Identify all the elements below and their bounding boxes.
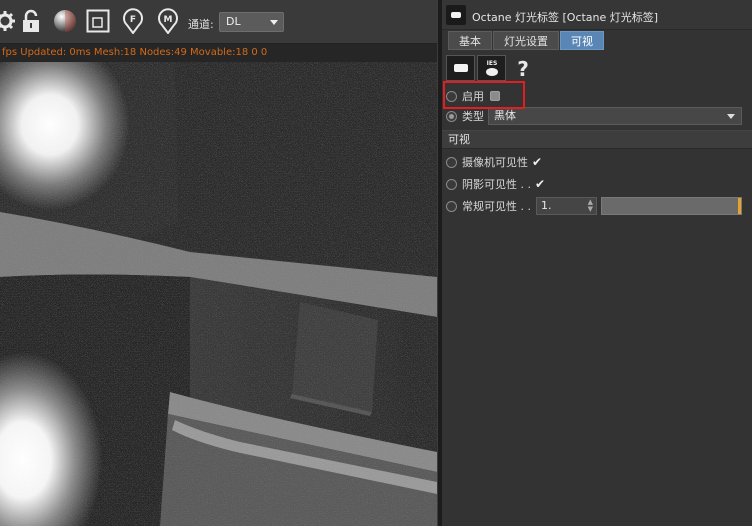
shadow-visibility-checkbox[interactable]: ✔ <box>535 177 545 191</box>
camera-visibility-label: 摄像机可见性 <box>462 156 528 169</box>
general-visibility-label: 常规可见性 . . <box>462 200 531 213</box>
render-viewport[interactable]: F M 通道: DL fps Updated: 0ms Mesh:18 Node… <box>0 0 437 526</box>
panel-icon-row: IES ? <box>446 55 539 82</box>
sphere-icon[interactable] <box>52 8 78 34</box>
section-title-visibility[interactable]: 可视 <box>442 130 752 149</box>
type-dropdown[interactable]: 黑体 <box>488 107 742 125</box>
attribute-panel: Octane 灯光标签 [Octane 灯光标签] 基本 灯光设置 可视 IES… <box>442 0 752 526</box>
spinner-icon[interactable]: ▲ ▼ <box>588 199 593 213</box>
panel-title: Octane 灯光标签 [Octane 灯光标签] <box>472 11 659 24</box>
tab-bar: 基本 灯光设置 可视 <box>448 31 605 50</box>
enable-label: 启用 <box>462 90 484 103</box>
animate-radio[interactable] <box>446 90 457 102</box>
channel-dropdown[interactable]: DL <box>219 12 284 32</box>
render-preview-image <box>0 62 437 526</box>
type-value: 黑体 <box>494 109 516 122</box>
general-visibility-row: 常规可见性 . . <box>446 196 531 216</box>
animate-radio[interactable] <box>446 156 457 168</box>
enable-row: 启用 <box>446 86 500 106</box>
camera-visibility-checkbox[interactable]: ✔ <box>532 155 542 169</box>
slider-handle[interactable] <box>738 198 741 214</box>
enable-checkbox[interactable] <box>490 91 500 101</box>
render-status-text: fps Updated: 0ms Mesh:18 Nodes:49 Movabl… <box>2 47 268 58</box>
pin-f-icon[interactable]: F <box>120 8 146 34</box>
general-visibility-value: 1. <box>541 199 552 212</box>
animate-radio[interactable] <box>446 178 457 190</box>
ies-label: IES <box>486 60 497 67</box>
frame-icon[interactable] <box>85 8 111 34</box>
tab-basic[interactable]: 基本 <box>448 31 492 50</box>
type-row: 类型 <box>446 106 484 126</box>
viewport-toolbar: F M 通道: DL <box>0 0 437 44</box>
chevron-down-icon <box>270 20 278 25</box>
tab-visibility[interactable]: 可视 <box>560 31 604 50</box>
ies-icon[interactable]: IES <box>477 55 506 81</box>
animate-radio[interactable] <box>446 110 457 122</box>
pin-f-label: F <box>130 15 136 25</box>
animate-radio[interactable] <box>446 200 457 212</box>
light-tag-icon[interactable] <box>446 55 475 81</box>
chevron-down-icon <box>727 114 735 119</box>
light-tag-icon <box>446 5 466 25</box>
lock-icon[interactable] <box>18 8 44 34</box>
general-visibility-input[interactable]: 1. ▲ ▼ <box>536 197 597 215</box>
general-visibility-slider[interactable] <box>601 197 742 215</box>
channel-label: 通道: <box>188 18 214 31</box>
help-label: ? <box>517 57 529 80</box>
shadow-visibility-row: 阴影可见性 . . ✔ <box>446 174 545 194</box>
help-icon[interactable]: ? <box>508 55 537 81</box>
tab-light-settings[interactable]: 灯光设置 <box>493 31 559 50</box>
channel-value: DL <box>226 15 241 28</box>
shadow-visibility-label: 阴影可见性 . . <box>462 178 531 191</box>
camera-visibility-row: 摄像机可见性 ✔ <box>446 152 542 172</box>
pin-m-icon[interactable]: M <box>155 8 181 34</box>
panel-header: Octane 灯光标签 [Octane 灯光标签] <box>442 0 752 30</box>
type-label: 类型 <box>462 110 484 123</box>
pin-m-label: M <box>164 15 173 25</box>
gear-icon[interactable] <box>0 8 18 34</box>
